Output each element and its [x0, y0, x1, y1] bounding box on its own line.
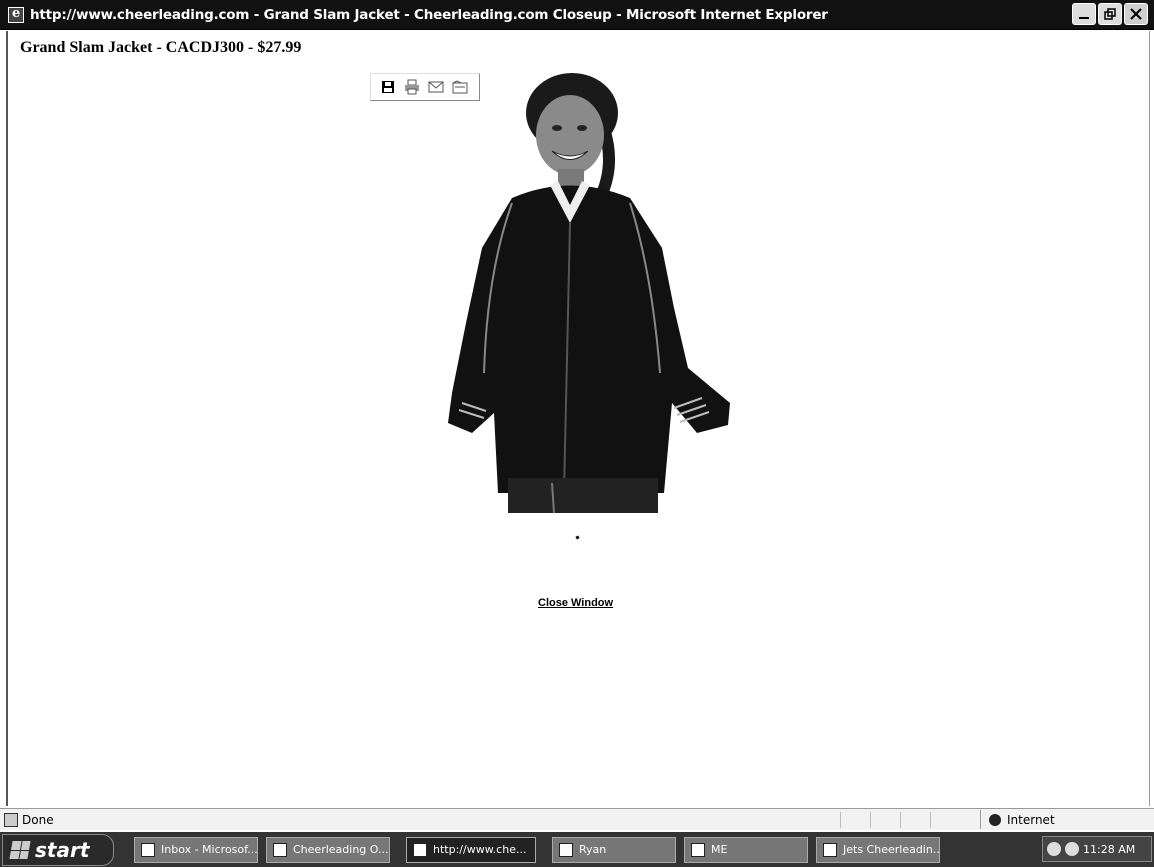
close-window-link[interactable]: Close Window: [538, 597, 613, 609]
restore-button[interactable]: [1098, 3, 1122, 25]
start-label: start: [35, 837, 90, 862]
close-icon: [1130, 8, 1142, 20]
taskbar-item-inbox[interactable]: Inbox - Microsof...: [134, 836, 258, 863]
restore-icon: [1104, 8, 1116, 20]
windows-logo-icon: [9, 840, 31, 859]
ie-icon: [273, 842, 287, 857]
window-icon: [823, 842, 837, 857]
status-divider: [900, 812, 901, 828]
taskbar-item-label: Ryan: [579, 843, 607, 856]
start-button[interactable]: start: [2, 833, 114, 866]
taskbar-item-label: ME: [711, 843, 728, 856]
status-divider: [870, 812, 871, 828]
security-zone: Internet: [980, 810, 1150, 829]
window-title: http://www.cheerleading.com - Grand Slam…: [30, 6, 828, 23]
taskbar-item-label: Cheerleading O...: [293, 843, 389, 856]
status-divider: [930, 812, 931, 828]
network-icon[interactable]: [1065, 842, 1079, 856]
window-titlebar[interactable]: http://www.cheerleading.com - Grand Slam…: [0, 0, 1154, 30]
globe-icon: [989, 813, 1001, 826]
taskbar-item-label: Jets Cheerleadin...: [843, 843, 940, 856]
taskbar: start Inbox - Microsof... Cheerleading O…: [0, 832, 1154, 867]
volume-icon[interactable]: [1047, 842, 1061, 856]
page-viewport: Grand Slam Jacket - CACDJ300 - $27.99 Cl…: [6, 31, 1150, 806]
zone-label: Internet: [1007, 812, 1055, 827]
taskbar-item-jets[interactable]: Jets Cheerleadin...: [816, 836, 940, 863]
system-tray: 11:28 AM: [1042, 836, 1152, 862]
status-text: Done: [22, 812, 54, 827]
page-icon: [4, 812, 18, 827]
close-button[interactable]: [1124, 3, 1148, 25]
page-title: Grand Slam Jacket - CACDJ300 - $27.99: [20, 39, 302, 56]
taskbar-item-browser[interactable]: http://www.che...: [406, 836, 536, 863]
clock: 11:28 AM: [1083, 842, 1136, 856]
taskbar-item-ryan[interactable]: Ryan: [552, 836, 676, 863]
taskbar-item-cheerleading[interactable]: Cheerleading O...: [266, 836, 390, 863]
status-divider: [840, 812, 841, 828]
stray-mark: [575, 535, 580, 540]
ie-icon: [413, 842, 427, 857]
outlook-icon: [141, 842, 155, 857]
taskbar-item-me[interactable]: ME: [684, 836, 808, 863]
folder-icon: [559, 842, 573, 857]
window-icon: [691, 842, 705, 857]
minimize-button[interactable]: [1072, 3, 1096, 25]
taskbar-item-label: Inbox - Microsof...: [161, 843, 258, 856]
ie-icon: [8, 6, 24, 23]
save-icon[interactable]: [379, 78, 397, 96]
product-image: [448, 73, 730, 513]
status-bar: Done Internet: [0, 808, 1154, 830]
minimize-icon: [1079, 17, 1089, 19]
window-controls: [1072, 3, 1148, 25]
taskbar-item-label: http://www.che...: [433, 843, 527, 856]
